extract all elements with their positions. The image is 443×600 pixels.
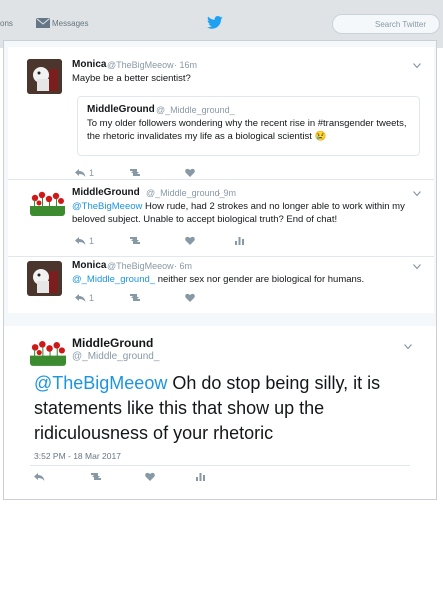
mention-link[interactable]: @TheBigMeeow: [34, 373, 167, 393]
avatar[interactable]: [27, 59, 62, 94]
chevron-down-icon[interactable]: [413, 63, 421, 69]
quoted-author-name: MiddleGround: [87, 104, 155, 115]
author-handle[interactable]: @TheBigMeeow: [107, 261, 174, 271]
tweet-text-body: neither sex nor gender are biological fo…: [155, 274, 365, 285]
search-input[interactable]: Search Twitter: [332, 14, 440, 34]
main-author-handle[interactable]: @_Middle_ground_: [72, 351, 159, 362]
reply-icon[interactable]: [75, 237, 86, 245]
tweet-timestamp[interactable]: 3:52 PM - 18 Mar 2017: [34, 451, 121, 461]
tweet-text-line-1: @TheBigMeeow How rude, had 2 strokes and…: [72, 200, 405, 213]
author-name[interactable]: Monica: [72, 260, 106, 271]
tweet-monica-2[interactable]: Monica @TheBigMeeow · 6m @_Middle_ground…: [8, 257, 434, 313]
chevron-down-icon[interactable]: [404, 344, 412, 350]
avatar[interactable]: [30, 188, 65, 216]
analytics-icon[interactable]: [196, 473, 205, 481]
like-icon[interactable]: [145, 472, 155, 481]
avatar[interactable]: [27, 261, 62, 296]
author-name[interactable]: MiddleGround: [72, 187, 140, 198]
reply-count: 1: [89, 168, 95, 178]
mention-link[interactable]: @_Middle_ground_: [72, 274, 155, 285]
tweet-time[interactable]: · 6m: [174, 261, 192, 271]
tweet-time[interactable]: · 16m: [174, 60, 197, 70]
tweet-text-line-2: beloved subject. Unable to accept biolog…: [72, 214, 338, 225]
like-icon[interactable]: [185, 168, 195, 177]
twitter-bird-icon[interactable]: [206, 16, 224, 30]
tweet-text: Maybe be a better scientist?: [72, 73, 191, 84]
author-handle[interactable]: @TheBigMeeow: [107, 60, 174, 70]
like-icon[interactable]: [185, 236, 195, 245]
reply-icon[interactable]: [34, 473, 45, 481]
analytics-icon[interactable]: [235, 237, 244, 245]
nav-item-notifications-partial[interactable]: ons: [0, 19, 13, 28]
author-name[interactable]: Monica: [72, 59, 106, 70]
tweet-text-line-1: @_Middle_ground_ neither sex nor gender …: [72, 273, 364, 286]
tweet-monica-1[interactable]: Monica @TheBigMeeow · 16m Maybe be a bet…: [8, 47, 434, 179]
reply-icon[interactable]: [75, 169, 86, 177]
quoted-text-line-2: the rhetoric invalidates my life as a bi…: [87, 131, 327, 142]
nav-item-messages[interactable]: Messages: [52, 19, 88, 28]
quoted-author-handle: @_Middle_ground_: [156, 105, 235, 115]
quoted-text-line-1: To my older followers wondering why the …: [87, 118, 407, 129]
main-tweet-text: @TheBigMeeow Oh do stop being silly, it …: [34, 371, 394, 446]
tweet-time[interactable]: · 9m: [218, 188, 236, 198]
main-tweet-avatar[interactable]: [30, 337, 66, 366]
chevron-down-icon[interactable]: [413, 191, 421, 197]
tweet-text-body: How rude, had 2 strokes and no longer ab…: [142, 201, 405, 212]
chevron-down-icon[interactable]: [413, 264, 421, 270]
retweet-icon[interactable]: [128, 293, 142, 302]
retweet-icon[interactable]: [128, 236, 142, 245]
quoted-tweet[interactable]: MiddleGround @_Middle_ground_ To my olde…: [77, 96, 420, 156]
envelope-icon[interactable]: [36, 18, 50, 28]
retweet-icon[interactable]: [128, 168, 142, 177]
author-handle[interactable]: @_Middle_ground_: [146, 188, 225, 198]
reply-icon[interactable]: [75, 294, 86, 302]
tweet-middleground-1[interactable]: MiddleGround @_Middle_ground_ · 9m @TheB…: [8, 180, 434, 256]
retweet-icon[interactable]: [89, 472, 103, 481]
main-author-name[interactable]: MiddleGround: [72, 336, 153, 350]
divider: [30, 465, 410, 466]
mention-link[interactable]: @TheBigMeeow: [72, 201, 142, 212]
reply-count: 1: [89, 293, 95, 303]
reply-count: 1: [89, 236, 95, 246]
search-placeholder: Search Twitter: [375, 20, 426, 29]
like-icon[interactable]: [185, 293, 195, 302]
